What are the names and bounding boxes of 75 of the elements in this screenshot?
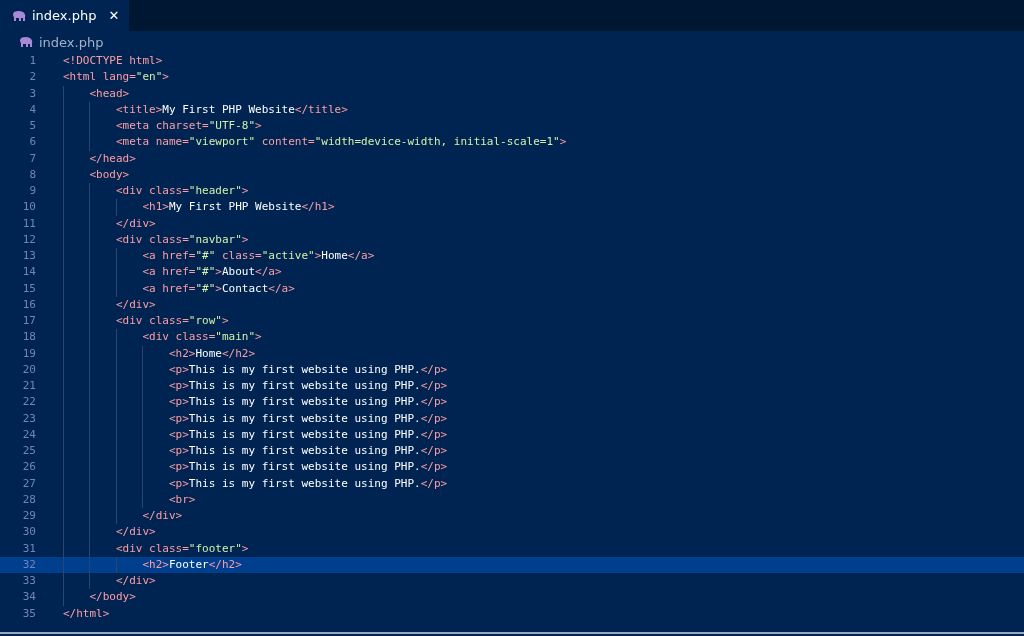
code-line: </html> [63,605,110,622]
line-number: 11 [21,215,36,232]
code-line: </div> [114,215,156,232]
line-number: 24 [21,426,36,443]
code-line: <p>This is my first website using PHP.</p> [167,361,448,378]
code-line: <head> [88,85,130,102]
line-number: 19 [21,345,36,362]
code-line: </div> [114,296,156,313]
line-number: 10 [21,199,36,216]
line-number: 2 [28,69,36,86]
code-line: <div class="main"> [141,329,262,346]
line-number: 7 [28,150,36,167]
code-line: </body> [88,589,136,606]
close-icon[interactable]: ✕ [108,8,120,23]
code-line: <title>My First PHP Website</title> [114,101,348,118]
line-number: 26 [21,459,36,476]
code-line: <div class="header"> [114,183,249,199]
code-line: </head> [88,150,136,167]
code-line: <a href="#">About</a> [141,264,282,281]
code-line: <meta name="viewport" content="width=device-width, initial-scale=1"> [114,134,567,151]
line-number: 27 [21,475,36,492]
code-line: <meta charset="UTF-8"> [114,118,262,134]
line-number: 31 [21,540,36,557]
line-number: 3 [28,85,36,102]
elephant-icon [19,37,33,47]
elephant-icon [12,10,26,21]
line-number: 13 [21,248,36,264]
code-line: <br> [167,491,196,508]
code-line: <!DOCTYPE html> [63,53,163,69]
line-number: 6 [28,134,36,151]
line-number: 20 [21,361,36,378]
code-line: </div> [114,524,156,541]
line-number: 30 [21,524,36,541]
breadcrumb-item[interactable]: index.php [39,34,104,50]
line-number: 9 [28,183,36,199]
code-line: <p>This is my first website using PHP.</p> [167,475,448,492]
line-number: 35 [21,605,36,622]
line-number: 23 [21,410,36,427]
code-line: <div class="row"> [114,313,229,329]
file-tab[interactable]: index.php ✕ [0,0,130,31]
line-number: 32 [21,556,36,573]
code-line: <p>This is my first website using PHP.</p> [167,459,448,476]
line-number: 22 [21,394,36,411]
code-line: <p>This is my first website using PHP.</p> [167,410,448,427]
code-line: <a href="#">Contact</a> [141,280,295,297]
code-line: <body> [88,166,130,183]
code-line: <div class="footer"> [114,540,249,557]
line-number: 18 [21,329,36,346]
line-number: 1 [28,53,36,69]
code-line: <p>This is my first website using PHP.</p> [167,443,448,459]
code-line: <h2>Footer</h2> [141,556,242,573]
line-number: 5 [28,118,36,134]
line-number: 25 [21,443,36,459]
line-number: 15 [21,280,36,297]
code-line: </div> [114,573,156,589]
code-line: <html lang="en"> [63,69,169,86]
line-number: 17 [21,313,36,329]
line-number: 21 [21,378,36,394]
line-number: 28 [21,491,36,508]
line-number: 34 [21,589,36,606]
code-line: <p>This is my first website using PHP.</p> [167,394,448,411]
code-line: <div class="navbar"> [114,231,249,248]
line-number: 8 [28,166,36,183]
line-number: 33 [21,573,36,589]
code-line: </div> [141,508,183,524]
code-line: <h2>Home</h2> [167,345,256,362]
line-number: 16 [21,296,36,313]
code-line: <a href="#" class="active">Home</a> [141,248,375,264]
line-number: 4 [28,101,36,118]
code-line: <p>This is my first website using PHP.</p> [167,378,448,394]
code-line: <p>This is my first website using PHP.</p> [167,426,448,443]
code-line: <h1>My First PHP Website</h1> [141,199,335,216]
line-number: 14 [21,264,36,281]
line-number: 12 [21,231,36,248]
line-number: 29 [21,508,36,524]
